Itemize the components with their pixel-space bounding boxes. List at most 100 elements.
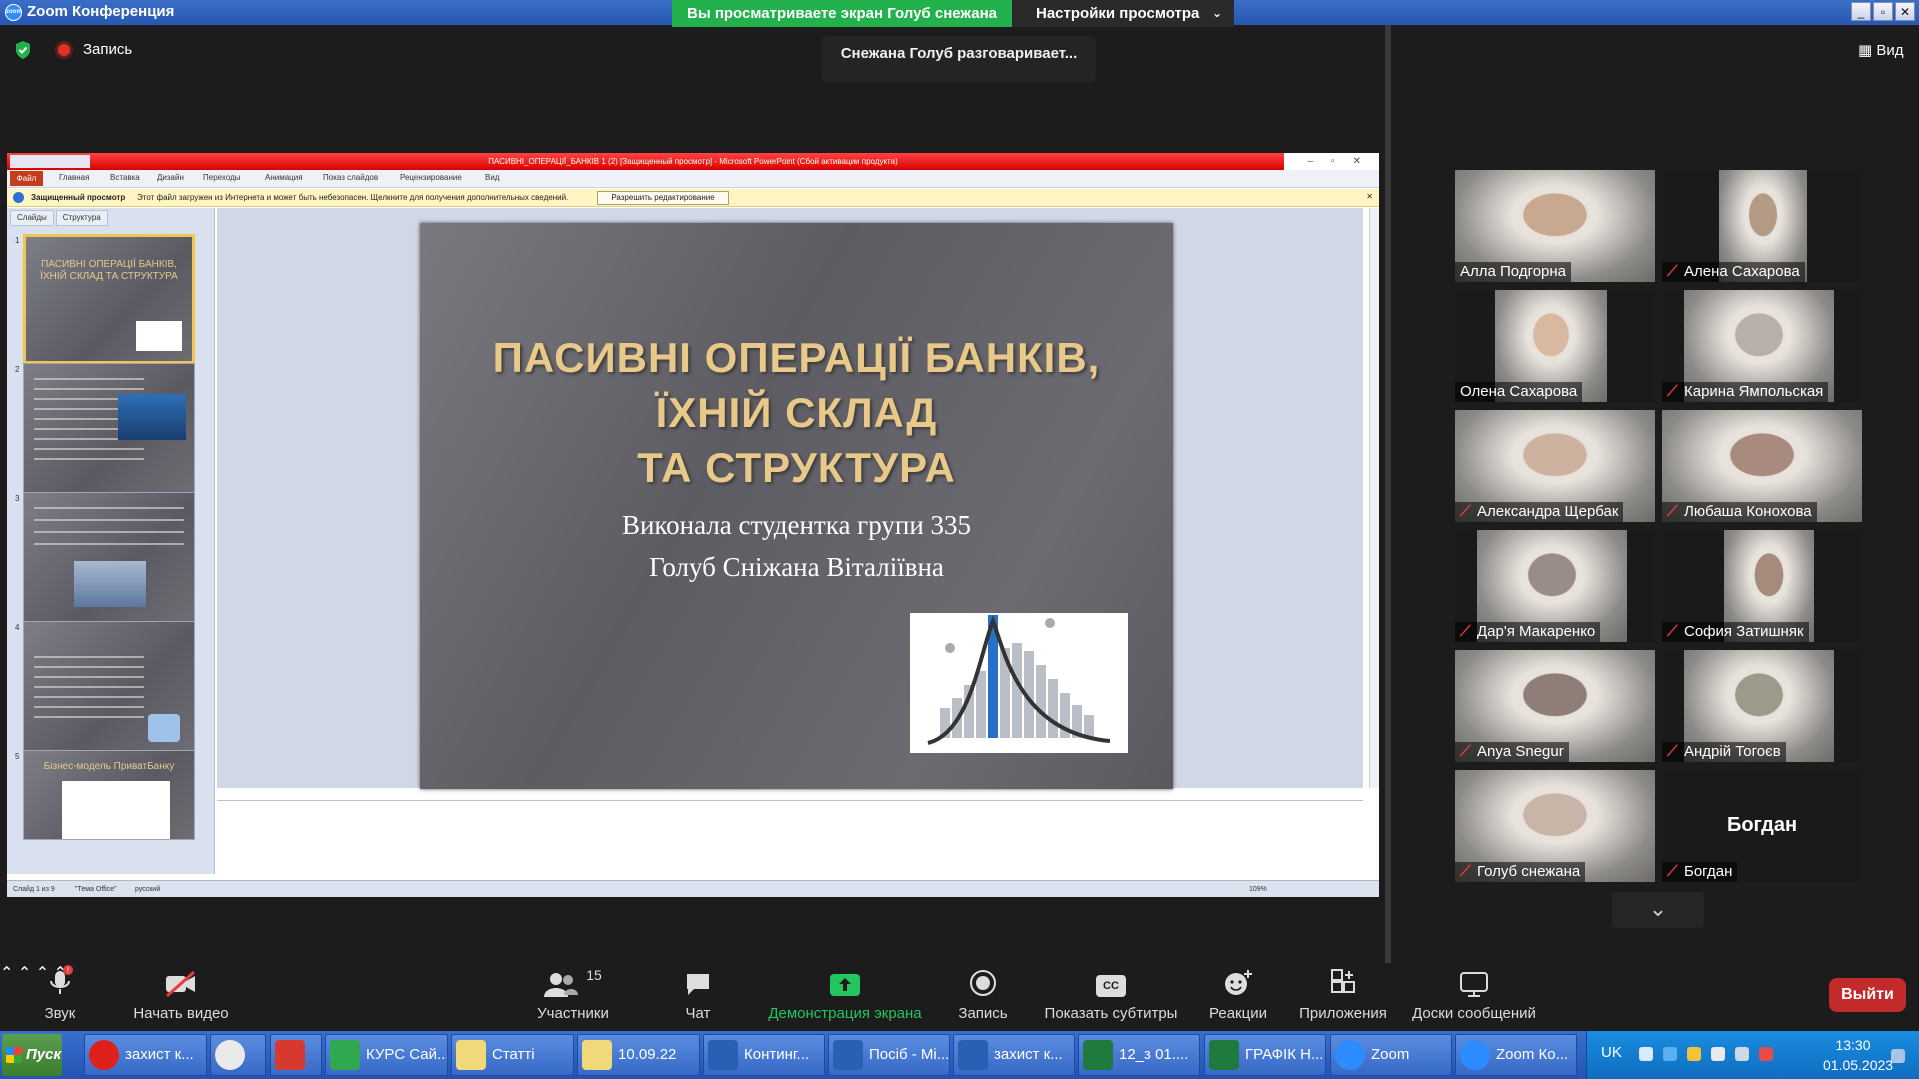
ppt-tab-file: Файл [10,171,43,186]
slide-title-line: ЇХНІЙ СКЛАД [655,389,938,436]
captions-button[interactable]: CC Показать субтитры [1040,963,1182,1022]
volume-icon[interactable] [1711,1047,1725,1061]
participants-icon [544,973,579,997]
recording-label[interactable]: Запись [83,41,132,58]
participant-tile[interactable]: Алла Подгорна [1455,170,1655,282]
participant-tile[interactable]: ⟋ Карина Ямпольская [1662,290,1862,402]
share-screen-label: Демонстрация экрана [768,1005,922,1022]
taskbar-item-excel[interactable]: 12_з 01.... [1078,1034,1200,1076]
participant-tile[interactable]: ⟋ Любаша Конохова [1662,410,1862,522]
restore-window-button[interactable]: ▫ [1873,2,1893,21]
taskbar-item-label: Континг... [744,1046,810,1063]
clock-date: 01.05.2023 [1823,1057,1894,1073]
minimize-window-button[interactable]: _ [1851,2,1871,21]
word-icon [833,1040,863,1070]
record-button[interactable]: Запись [952,963,1014,1022]
participant-tile[interactable]: ⟋ Голуб снежана [1455,770,1655,882]
video-off-icon [166,971,195,997]
reactions-button[interactable]: Реакции [1203,963,1273,1022]
windows-logo-icon [6,1047,22,1063]
taskbar-item-word[interactable]: Посіб - Мі... [828,1034,950,1076]
chevron-up-icon[interactable] [1639,1047,1653,1061]
taskbar-item-label: Посіб - Мі... [869,1046,950,1063]
chat-label: Чат [685,1005,711,1022]
ppt-tab-slideshow: Показ слайдов [323,173,379,182]
apps-button[interactable]: Приложения [1294,963,1392,1022]
zoom-icon [1460,1040,1490,1070]
taskbar-item-app[interactable] [270,1034,322,1076]
ppt-title-bar: ПАСИВНІ_ОПЕРАЦІЇ_БАНКІВ 1 (2) [Защищенны… [7,153,1379,170]
display-icon[interactable] [1735,1047,1749,1061]
gallery-next-page-button[interactable]: ⌄ [1612,892,1704,928]
close-window-button[interactable]: ✕ [1895,2,1915,21]
active-speaker-toast: Снежана Голуб разговаривает... [822,36,1096,82]
battery-warning-icon[interactable] [1759,1047,1773,1061]
participant-tile[interactable]: ⟋ Anya Snegur [1455,650,1655,762]
participant-name-label: ⟋ Любаша Конохова [1662,502,1817,522]
participant-name-label: Олена Сахарова [1455,382,1583,402]
participant-tile[interactable]: ⟋ София Затишняк [1662,530,1862,642]
slide-subtitle-line: Голуб Сніжана Віталіївна [649,552,944,582]
network-icon[interactable] [1663,1047,1677,1061]
pane-tab-slides: Слайды [10,210,54,226]
clock[interactable]: 13:30 01.05.2023 [1823,1035,1894,1075]
muted-mic-icon: ⟋ [1460,503,1471,520]
keyboard-language[interactable]: UK [1601,1044,1622,1061]
ppt-vertical-scrollbar [1369,208,1379,788]
taskbar-item-zoom[interactable]: Zoom Ко... [1455,1034,1577,1076]
show-desktop-icon[interactable] [1891,1049,1905,1063]
taskbar-item-kurs[interactable]: КУРС Сай... [325,1034,448,1076]
windows-taskbar: Пуск захист к... КУРС Сай... Статті 10.09.2… [0,1031,1919,1079]
muted-mic-icon: ⟋ [1667,503,1678,520]
taskbar-item-folder[interactable]: 10.09.22 [577,1034,700,1076]
clock-time: 13:30 [1835,1037,1871,1053]
slide-thumbnail [23,363,195,493]
taskbar-item-excel[interactable]: ГРАФІК Н... [1204,1034,1326,1076]
participant-tile[interactable]: ⟋ Александра Щербак [1455,410,1655,522]
participant-name: София Затишняк [1684,623,1804,640]
participant-tile[interactable]: ⟋ Андрій Тогоєв [1662,650,1862,762]
participant-tile[interactable]: ⟋ Алена Сахарова [1662,170,1862,282]
panel-splitter[interactable] [1385,25,1391,965]
taskbar-item-label: Статті [492,1046,535,1063]
taskbar-item-folder[interactable]: Статті [451,1034,574,1076]
participant-name-label: ⟋ Карина Ямпольская [1662,382,1829,402]
muted-mic-icon: ⟋ [1667,623,1678,640]
view-settings-dropdown[interactable]: Настройки просмотра ⌄ [1012,0,1234,27]
share-screen-button[interactable]: Демонстрация экрана [760,963,930,1022]
chevron-down-icon: ⌄ [1211,6,1222,20]
start-video-button[interactable]: Начать видео [126,963,236,1022]
leave-meeting-button[interactable]: Выйти [1829,978,1906,1012]
slide-title: ПАСИВНІ ОПЕРАЦІЇ БАНКІВ, ЇХНІЙ СКЛАД ТА … [420,330,1173,495]
whiteboards-button[interactable]: Доски сообщений [1407,963,1541,1022]
taskbar-item-zoom[interactable]: Zoom [1330,1034,1452,1076]
audio-options-caret-icon[interactable]: ⌃ [0,965,13,982]
start-button[interactable]: Пуск [2,1034,62,1076]
ppt-tab-review: Рецензирование [400,173,462,182]
participants-button[interactable]: 15 Участники [525,963,621,1022]
participant-name: Голуб снежана [1477,863,1581,880]
protected-view-label: Защищенный просмотр [31,193,126,202]
participant-tile[interactable]: ⟋ Дар'я Макаренко [1455,530,1655,642]
kurs-icon [330,1040,360,1070]
taskbar-item-chrome[interactable] [210,1034,266,1076]
participant-name: Алла Подгорна [1460,263,1567,280]
muted-mic-icon: ⟋ [1460,743,1471,760]
thumb-number: 4 [15,623,20,632]
participant-tile[interactable]: Олена Сахарова [1455,290,1655,402]
protected-view-bar: Защищенный просмотр Этот файл загружен и… [7,189,1379,207]
excel-icon [1209,1040,1239,1070]
taskbar-item-label: ГРАФІК Н... [1245,1046,1324,1063]
ppt-status-zoom: 109% [1249,886,1267,893]
participant-tile[interactable]: Богдан ⟋ Богдан [1662,770,1862,882]
update-icon[interactable] [1687,1047,1701,1061]
taskbar-item-word[interactable]: захист к... [953,1034,1075,1076]
taskbar-item-word[interactable]: Континг... [703,1034,825,1076]
slide-subtitle-line: Виконала студентка групи 335 [621,510,972,540]
chat-button[interactable]: Чат [668,963,728,1022]
view-menu-button[interactable]: ▦ Вид [1858,41,1904,59]
taskbar-item-opera[interactable]: захист к... [84,1034,207,1076]
security-shield-icon[interactable] [14,40,32,60]
audio-label: Звук [44,1005,76,1022]
audio-button[interactable]: ! Звук [30,963,90,1022]
